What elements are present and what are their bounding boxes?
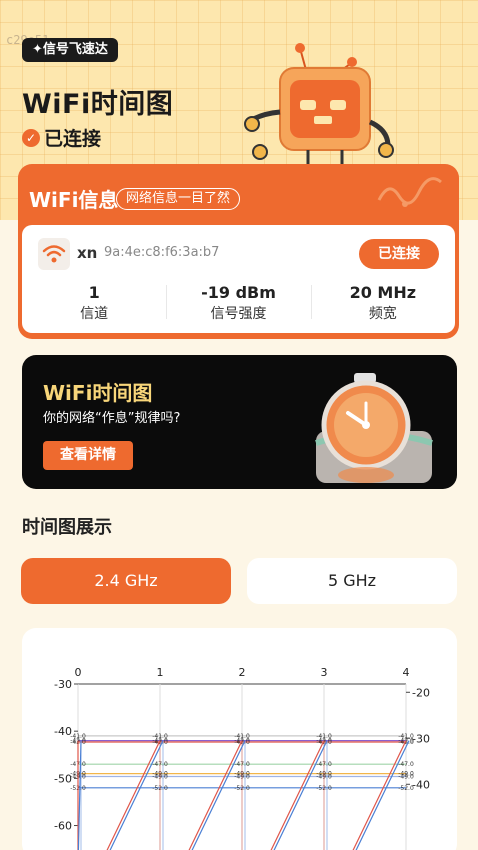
decorative-squiggle-icon [377,177,442,207]
wifi-info-title: WiFi信息 [29,188,119,212]
section-title: 时间图展示 [22,517,112,538]
wifi-info-panel: xn 9a:4e:c8:f6:3a:b7 已连接 1 信道 -19 dBm 信号… [22,225,455,333]
data-label: -47.0 [398,761,414,768]
stat-signal-strength: -19 dBm 信号强度 [166,283,310,323]
sawtooth-rise-segment [109,740,164,850]
x-tick-label: 3 [321,666,328,679]
wifi-stats: 1 信道 -19 dBm 信号强度 20 MHz 频宽 [22,283,455,323]
data-label: -42.0 [398,739,414,746]
sawtooth-rise-segment [270,740,325,850]
view-details-button[interactable]: 查看详情 [43,441,133,470]
x-tick-label: 0 [75,666,82,679]
x-tick-label: 1 [157,666,164,679]
robot-mascot-icon [244,43,394,164]
connected-button[interactable]: 已连接 [359,239,439,269]
stat-label: 信号强度 [210,306,267,322]
page-title: WiFi时间图 [22,89,174,120]
stat-label: 频宽 [368,306,397,322]
timeline-chart-card: 0 1 2 3 4 -30 -40 -50 -60 -20 -30 -40 -41.0 -41.0 -41.… [22,628,457,850]
stat-value: 20 MHz [349,283,417,302]
wifi-timeline-promo-card[interactable]: WiFi时间图 你的网络“作息”规律吗? 查看详情 [22,355,457,489]
sawtooth-rise-segment [273,740,328,850]
wifi-icon [38,238,70,270]
sawtooth-rise-segment [355,740,410,850]
brand-badge: ✦信号飞速达 [22,38,118,62]
sawtooth-rise-segment [188,740,243,850]
wifi-info-card: WiFi信息 网络信息一目了然 xn 9a:4e:c8:f6:3a:b7 已连接… [18,164,459,339]
wifi-ssid: xn [77,244,98,262]
connection-status-text: 已连接 [44,128,102,150]
stat-value: -19 dBm [201,283,276,302]
stat-label: 信道 [80,306,109,322]
sawtooth-rise-segment [352,740,407,850]
stat-channel: 1 信道 [22,283,166,323]
tab-5ghz[interactable]: 5 GHz [247,558,457,604]
promo-title: WiFi时间图 [43,381,153,405]
tab-2-4ghz[interactable]: 2.4 GHz [21,558,231,604]
timeline-chart: 0 1 2 3 4-30-40-50-60-20-30-40-41.0 -41.0 -41.… [54,666,430,850]
y-right-tick-label: -40 [412,778,430,791]
y-right-tick-label: -20 [412,686,430,699]
check-icon: ✓ [22,128,40,147]
connection-status: ✓ 已连接 [22,124,101,151]
y-right-tick-label: -30 [412,732,430,745]
sawtooth-rise-segment [191,740,246,850]
promo-subtitle: 你的网络“作息”规律吗? [43,411,181,426]
wifi-info-tagline: 网络信息一目了然 [116,188,241,210]
x-tick-label: 4 [403,666,410,679]
stopwatch-icon [315,373,433,483]
data-label: -49.0 [398,773,414,780]
data-label: -52.0 [398,785,414,792]
stat-bandwidth: 20 MHz 频宽 [310,283,455,323]
y-left-tick-label: -60 [54,820,72,833]
sawtooth-rise-segment [106,740,161,850]
wifi-bssid: 9a:4e:c8:f6:3a:b7 [104,245,220,260]
stat-value: 1 [88,283,100,302]
x-tick-label: 2 [239,666,246,679]
y-left-tick-label: -30 [54,678,72,691]
